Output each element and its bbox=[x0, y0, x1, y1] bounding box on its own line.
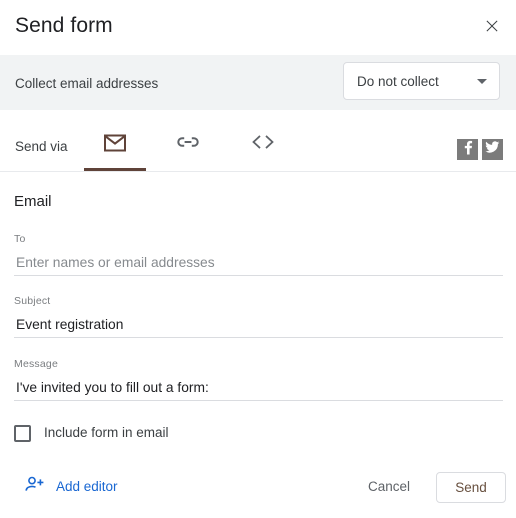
close-button[interactable] bbox=[476, 10, 508, 42]
include-form-label: Include form in email bbox=[44, 425, 169, 440]
tab-active-indicator bbox=[84, 168, 146, 171]
social-share-icons bbox=[457, 139, 503, 160]
field-subject-label: Subject bbox=[14, 295, 51, 307]
tab-email[interactable] bbox=[84, 128, 146, 171]
send-via-tabbar: Send via bbox=[0, 110, 516, 172]
email-panel-heading: Email bbox=[14, 193, 52, 210]
add-editor-button[interactable]: Add editor bbox=[25, 476, 118, 498]
collect-email-select-value: Do not collect bbox=[357, 74, 439, 89]
send-button[interactable]: Send bbox=[436, 472, 506, 503]
code-brackets-icon bbox=[251, 134, 275, 155]
subject-input[interactable] bbox=[14, 315, 503, 338]
link-icon bbox=[177, 134, 201, 155]
cancel-button[interactable]: Cancel bbox=[360, 474, 418, 500]
chevron-down-icon bbox=[477, 79, 487, 84]
field-to-label: To bbox=[14, 233, 26, 245]
include-form-checkbox-row[interactable]: Include form in email bbox=[14, 424, 169, 442]
field-to: To bbox=[14, 232, 503, 276]
envelope-icon bbox=[104, 134, 126, 157]
close-icon bbox=[483, 17, 501, 35]
message-input[interactable] bbox=[14, 378, 503, 401]
twitter-share-button[interactable] bbox=[482, 139, 503, 160]
to-input[interactable] bbox=[14, 253, 503, 276]
field-message: Message bbox=[14, 357, 503, 401]
person-add-icon bbox=[25, 476, 45, 498]
dialog-header: Send form bbox=[0, 0, 516, 55]
send-form-dialog: Send form Collect email addresses Do not… bbox=[0, 0, 516, 518]
send-via-label: Send via bbox=[15, 139, 68, 154]
facebook-icon bbox=[461, 140, 474, 160]
page-title: Send form bbox=[15, 14, 113, 37]
field-subject: Subject bbox=[14, 294, 503, 338]
facebook-share-button[interactable] bbox=[457, 139, 478, 160]
tab-link[interactable] bbox=[158, 128, 220, 171]
tab-embed[interactable] bbox=[232, 128, 294, 171]
twitter-icon bbox=[485, 140, 500, 159]
collect-email-select[interactable]: Do not collect bbox=[343, 62, 500, 100]
add-editor-label: Add editor bbox=[56, 479, 118, 494]
field-message-label: Message bbox=[14, 358, 59, 370]
include-form-checkbox[interactable] bbox=[14, 424, 31, 442]
collect-email-label: Collect email addresses bbox=[15, 76, 159, 91]
